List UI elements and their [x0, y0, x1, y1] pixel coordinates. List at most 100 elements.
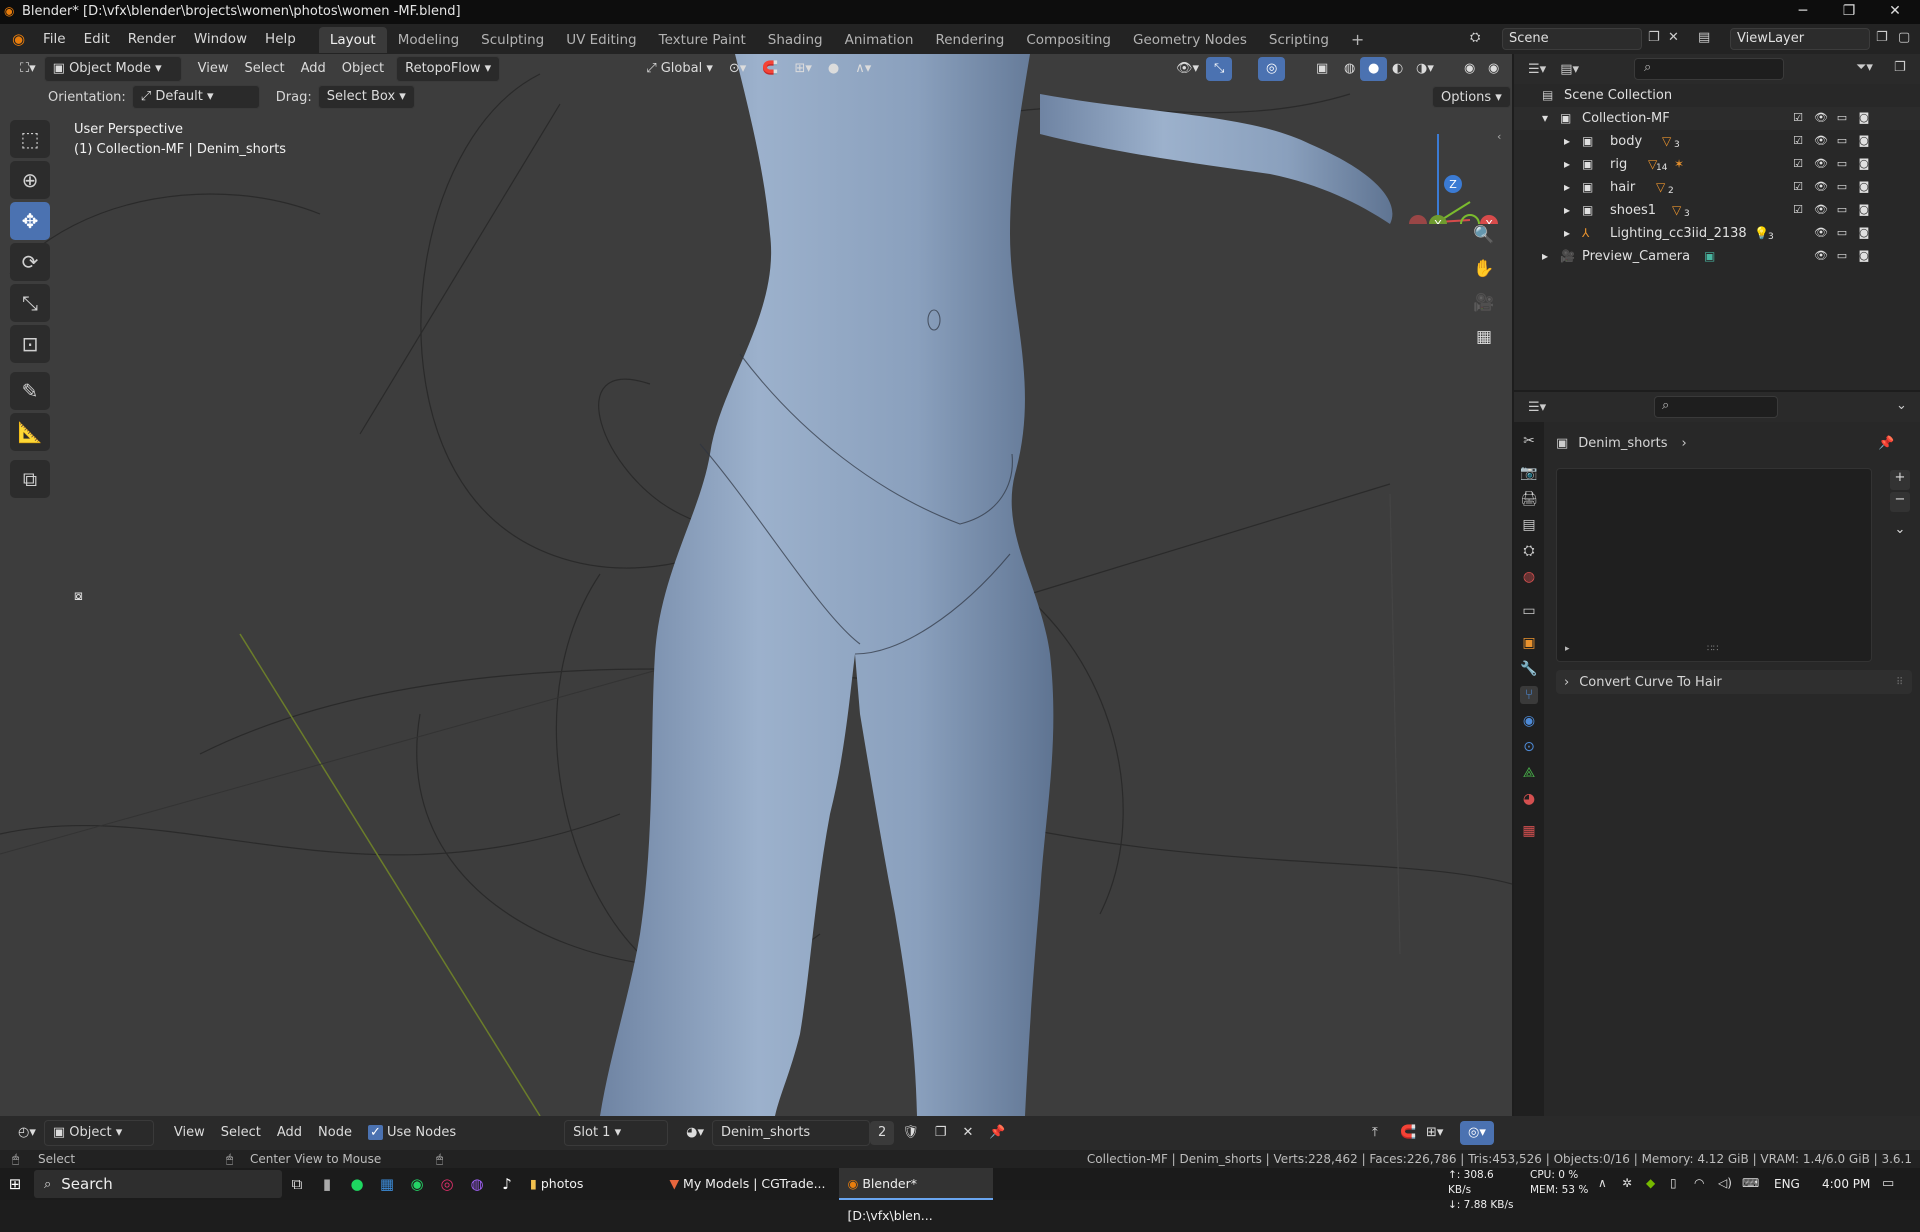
viewport-disable-icon[interactable]: ▭	[1836, 112, 1848, 124]
taskbar-app-browser[interactable]: ▼ My Models | CGTrade...	[661, 1168, 839, 1200]
add-workspace-button[interactable]: +	[1340, 27, 1375, 53]
duplicate-material-icon[interactable]: ❐	[927, 1121, 955, 1145]
drag-select[interactable]: Select Box ▾	[317, 85, 415, 109]
viewport-disable-icon[interactable]: ▭	[1836, 158, 1848, 170]
options-button[interactable]: Options ▾	[1432, 86, 1511, 108]
minimize-button[interactable]: ─	[1780, 0, 1826, 24]
rendered-shading-icon[interactable]: ◑▾	[1408, 57, 1442, 81]
view-layer-tab-icon[interactable]: ▤	[1520, 516, 1538, 534]
tab-sculpting[interactable]: Sculpting	[470, 27, 555, 53]
shader-type-select[interactable]: ▣ Object ▾	[43, 1120, 154, 1146]
outliner-collection-mf[interactable]: ▾ ▣ Collection-MF ☑ 👁 ▭ ◙	[1514, 107, 1920, 130]
blender-menu-icon[interactable]: ◉	[12, 30, 34, 48]
fake-user-icon[interactable]: 🛡	[894, 1121, 927, 1145]
exclude-checkbox[interactable]: ☑	[1792, 135, 1804, 147]
windows-start-icon[interactable]: ⊞	[0, 1168, 30, 1200]
properties-editor-icon[interactable]: ☰▾	[1528, 400, 1546, 415]
tab-shading[interactable]: Shading	[757, 27, 834, 53]
pin-icon[interactable]: 📌	[1878, 436, 1894, 451]
remove-slot-button[interactable]: −	[1890, 492, 1910, 512]
falloff-icon[interactable]: ∧▾	[847, 57, 879, 81]
whatsapp-icon[interactable]: ◉	[402, 1168, 432, 1200]
sidebar-toggle-icon[interactable]: ⧇	[74, 588, 83, 604]
menu-help[interactable]: Help	[256, 24, 305, 54]
menu-object[interactable]: Object	[334, 57, 392, 81]
outliner-item-body[interactable]: ▸ ▣ body ▽ 3 ☑ 👁 ▭ ◙	[1514, 130, 1920, 153]
parent-tree-icon[interactable]: ⤒	[1364, 1121, 1386, 1145]
scene-icon[interactable]: ⛭	[1470, 30, 1480, 45]
menu-select[interactable]: Select	[213, 1121, 269, 1145]
viewport-disable-icon[interactable]: ▭	[1836, 227, 1848, 239]
menu-view[interactable]: View	[166, 1121, 213, 1145]
expand-arrow-icon[interactable]: ▾	[1542, 111, 1548, 125]
camera-region-icon[interactable]: ◉	[1480, 57, 1507, 81]
keyboard-icon[interactable]: ⌨	[1742, 1176, 1759, 1190]
navigation-gizmo[interactable]: Z Y X	[1390, 114, 1500, 224]
hide-eye-icon[interactable]: 👁	[1814, 204, 1828, 216]
particle-systems-list[interactable]: ▸ ∷∷	[1556, 468, 1872, 662]
viewport-disable-icon[interactable]: ▭	[1836, 135, 1848, 147]
menu-window[interactable]: Window	[185, 24, 256, 54]
tab-layout[interactable]: Layout	[318, 27, 387, 53]
add-cube-icon[interactable]: ⧉	[10, 460, 50, 498]
tab-texture-paint[interactable]: Texture Paint	[648, 27, 757, 53]
measure-icon[interactable]: 📐	[10, 413, 50, 451]
menu-add[interactable]: Add	[293, 57, 334, 81]
pinned-app-icon[interactable]: ▮	[312, 1168, 342, 1200]
snap-icon[interactable]: 🧲	[754, 57, 786, 81]
use-nodes-toggle[interactable]: ✓ Use Nodes	[360, 1121, 464, 1145]
viewport-disable-icon[interactable]: ▭	[1836, 204, 1848, 216]
taskbar-app-photos[interactable]: ▮ photos	[522, 1168, 591, 1200]
expand-arrow-icon[interactable]: ▸	[1564, 134, 1570, 148]
viewport-disable-icon[interactable]: ▭	[1836, 181, 1848, 193]
new-view-layer-icon[interactable]: ❐	[1876, 30, 1888, 45]
new-collection-icon[interactable]: ❐	[1894, 60, 1906, 75]
tab-rendering[interactable]: Rendering	[924, 27, 1015, 53]
hide-eye-icon[interactable]: 👁	[1814, 181, 1828, 193]
tab-uv-editing[interactable]: UV Editing	[555, 27, 647, 53]
properties-search-input[interactable]	[1654, 396, 1778, 418]
material-users-count[interactable]: 2	[870, 1121, 895, 1145]
expand-arrow-icon[interactable]: ▸	[1564, 226, 1570, 240]
material-tab-icon[interactable]: ◕	[1520, 790, 1538, 808]
close-button[interactable]: ✕	[1872, 0, 1918, 24]
menu-node[interactable]: Node	[310, 1121, 360, 1145]
tab-modeling[interactable]: Modeling	[387, 27, 470, 53]
hide-eye-icon[interactable]: 👁	[1814, 135, 1828, 147]
render-camera-icon[interactable]: ◙	[1858, 250, 1870, 262]
taskbar-app-blender[interactable]: ◉ Blender* [D:\vfx\blen...	[839, 1168, 994, 1223]
render-camera-icon[interactable]: ◙	[1858, 158, 1870, 170]
physics-tab-icon[interactable]: ◉	[1520, 712, 1538, 730]
unlink-material-icon[interactable]: ✕	[954, 1121, 981, 1145]
pivot-point-icon[interactable]: ⊙▾	[721, 57, 754, 81]
move-icon[interactable]: ✥	[10, 202, 50, 240]
volume-icon[interactable]: ◁)	[1718, 1176, 1732, 1190]
tab-scripting[interactable]: Scripting	[1258, 27, 1340, 53]
wifi-icon[interactable]: ◠	[1694, 1176, 1704, 1190]
overlay-toggle-icon[interactable]: ◎	[1258, 57, 1286, 81]
zoom-icon[interactable]: 🔍	[1468, 218, 1500, 252]
pin-icon[interactable]: 📌	[981, 1121, 1013, 1145]
gizmo-neg-x[interactable]	[1409, 215, 1427, 224]
menu-render[interactable]: Render	[119, 24, 185, 54]
scale-icon[interactable]: ⤡	[10, 284, 50, 322]
menu-add[interactable]: Add	[269, 1121, 310, 1145]
collection-tab-icon[interactable]: ▭	[1520, 602, 1538, 620]
taskbar-search[interactable]: ⌕ Search	[34, 1170, 282, 1198]
filter-icon[interactable]: ⏷▾	[1856, 60, 1873, 75]
editor-type-icon[interactable]: ◴▾	[10, 1121, 44, 1145]
viewport-disable-icon[interactable]: ▭	[1836, 250, 1848, 262]
expand-arrow-icon[interactable]: ▸	[1564, 157, 1570, 171]
material-name-field[interactable]: Denim_shorts	[712, 1120, 870, 1146]
language-indicator[interactable]: ENG	[1774, 1177, 1800, 1191]
menu-select[interactable]: Select	[237, 57, 293, 81]
proportional-edit-icon[interactable]: ●	[820, 57, 847, 81]
slot-select[interactable]: Slot 1 ▾	[564, 1120, 669, 1146]
restore-button[interactable]: ❐	[1826, 0, 1872, 24]
select-box-icon[interactable]: ⬚	[10, 120, 50, 158]
outliner-item-rig[interactable]: ▸ ▣ rig ▽ 14 ✶ ☑ 👁 ▭ ◙	[1514, 153, 1920, 176]
convert-curve-panel[interactable]: › Convert Curve To Hair ⠿	[1556, 670, 1912, 694]
outliner-item-lighting[interactable]: ▸ ⅄ Lighting_cc3iid_2138 💡 3 👁 ▭ ◙	[1514, 222, 1920, 245]
pan-hand-icon[interactable]: ✋	[1468, 252, 1500, 286]
visibility-icon[interactable]: 👁▾	[1168, 57, 1207, 81]
